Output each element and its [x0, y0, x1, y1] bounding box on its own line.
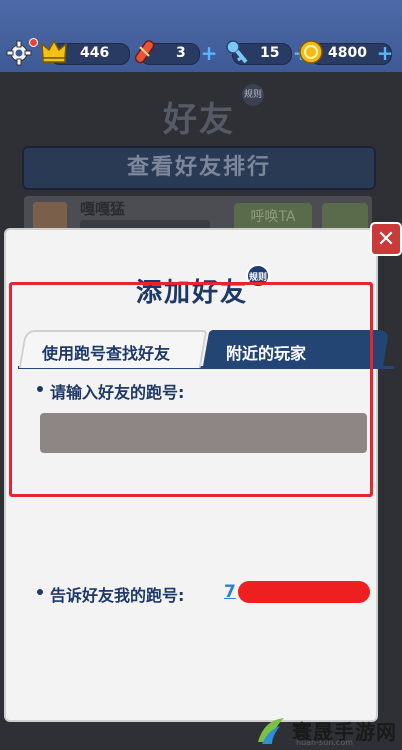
- view-ranking-button: 查看好友排行: [22, 146, 376, 190]
- edit-button: [322, 203, 368, 231]
- key-icon: [226, 40, 248, 64]
- rules-badge-background: 规则: [242, 84, 264, 106]
- hoverboard-count: 3: [176, 45, 186, 61]
- my-id-label: 告诉好友我的跑号:: [50, 586, 185, 605]
- tab-nearby-players-label: 附近的玩家: [226, 344, 307, 363]
- dialog-title: 添加好友: [136, 278, 249, 308]
- crown-icon: [41, 39, 67, 63]
- add-hoverboard-button[interactable]: +: [200, 43, 218, 63]
- watermark-url: huan-sun.com: [296, 738, 353, 747]
- hoverboard-icon: [134, 40, 155, 64]
- friend-id-input[interactable]: [40, 413, 367, 453]
- key-count: 15: [260, 45, 280, 61]
- watermark-logo-icon: [258, 718, 284, 744]
- bullet-icon: [37, 386, 43, 392]
- enter-id-label: 请输入好友的跑号:: [50, 383, 185, 402]
- bullet-icon: [37, 589, 43, 595]
- friend-name: 嘎嘎猛: [80, 200, 126, 218]
- close-button[interactable]: ✕: [370, 222, 402, 256]
- add-coin-button[interactable]: +: [376, 43, 394, 63]
- tab-search-by-id-label: 使用跑号查找好友: [42, 344, 171, 363]
- friends-title: 好友: [163, 100, 235, 140]
- call-friend-button: 呼唤TA: [234, 203, 312, 231]
- notification-dot: [29, 38, 38, 47]
- rules-button[interactable]: 规则: [246, 264, 270, 288]
- gear-icon[interactable]: [6, 40, 32, 66]
- coin-icon: [299, 40, 323, 64]
- my-id-link[interactable]: 7: [224, 582, 236, 602]
- coin-count: 4800: [328, 45, 367, 61]
- crown-count: 446: [80, 45, 110, 61]
- redaction-mark: [238, 581, 370, 603]
